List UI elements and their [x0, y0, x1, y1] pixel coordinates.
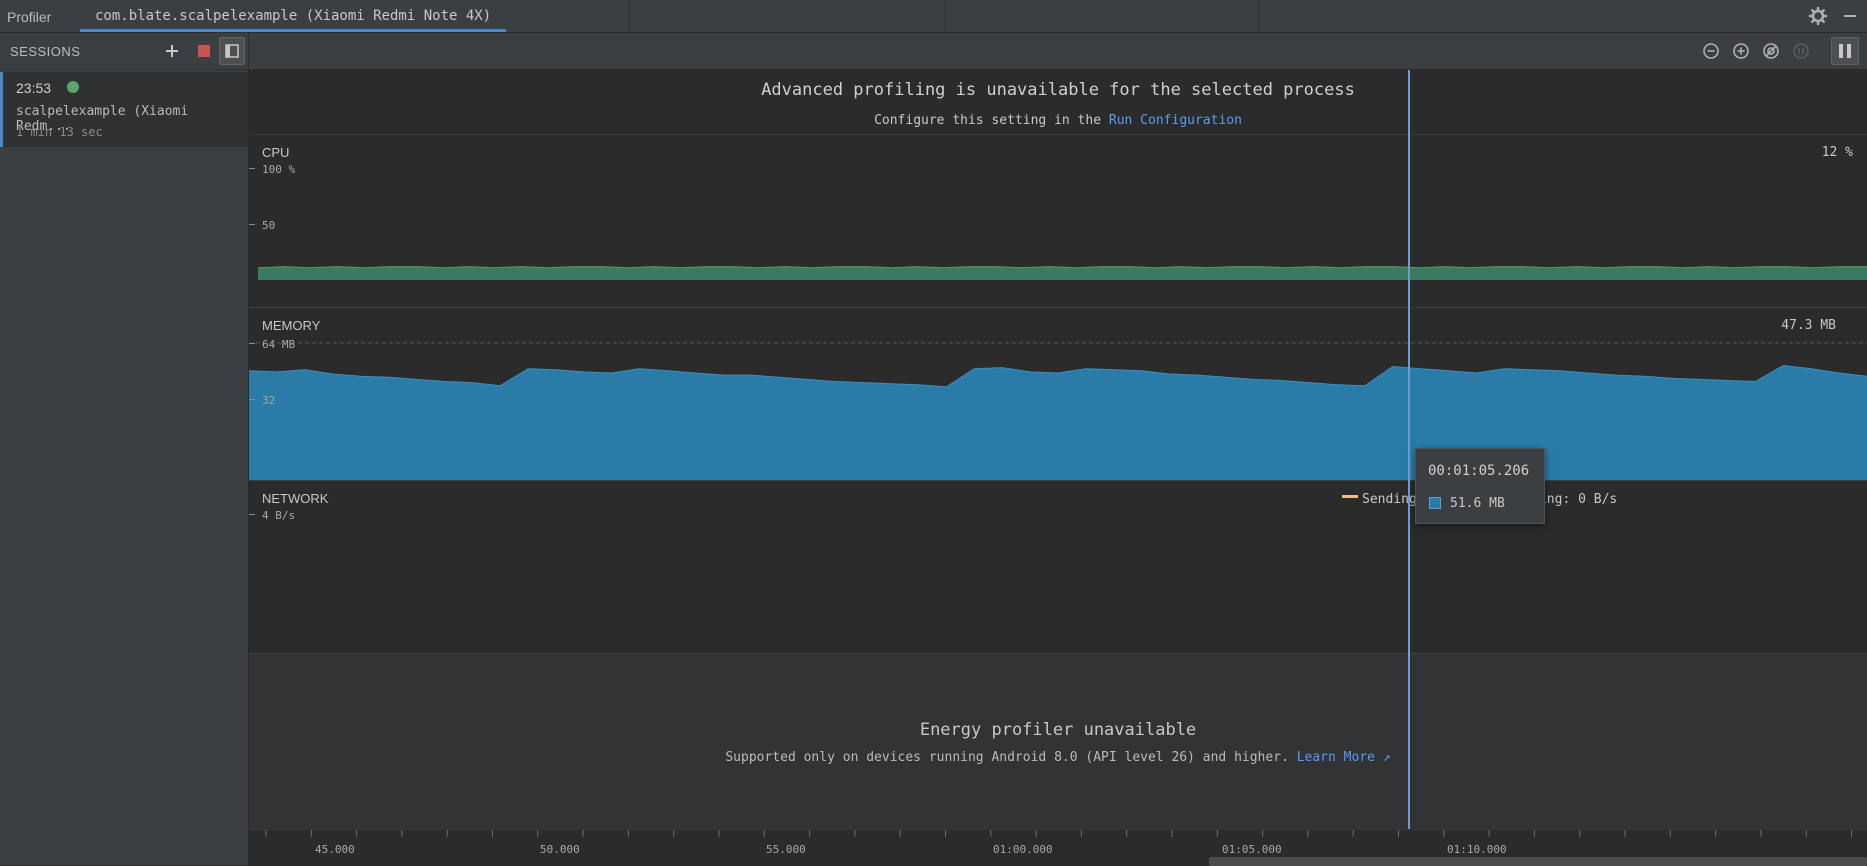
- session-duration: 1 min 13 sec: [16, 125, 103, 139]
- sessions-panel: SESSIONS 23:53 scalpelexample (Xiaomi Re…: [0, 33, 249, 865]
- network-monitor-title: NETWORK: [262, 491, 329, 506]
- tooltip-memory-swatch: [1429, 497, 1441, 509]
- memory-axis-label-max: 64 MB: [262, 338, 296, 351]
- timeline-label: 01:05.000: [1222, 843, 1282, 856]
- gear-icon[interactable]: [1807, 5, 1829, 27]
- tab-process[interactable]: com.blate.scalpelexample (Xiaomi Redmi N…: [80, 0, 507, 32]
- run-configuration-link[interactable]: Run Configuration: [1109, 113, 1242, 128]
- energy-unavailable-subtitle: Supported only on devices running Androi…: [249, 750, 1867, 765]
- timeline-cursor: [1408, 70, 1410, 829]
- tooltip-time: 00:01:05.206: [1428, 463, 1530, 479]
- cpu-monitor[interactable]: CPU 12 % 100 % 50: [249, 135, 1867, 308]
- zoom-in-icon[interactable]: [1730, 40, 1752, 62]
- reset-zoom-icon[interactable]: [1760, 40, 1782, 62]
- tooltip-memory-value: 51.6 MB: [1450, 496, 1505, 511]
- timeline-label: 55.000: [766, 843, 806, 856]
- network-axis-tick: [249, 514, 255, 515]
- timeline-ticks: [265, 830, 1852, 837]
- stop-session-button[interactable]: [193, 40, 215, 62]
- tab-divider: [629, 0, 630, 32]
- tab-divider: [1258, 0, 1259, 32]
- banner-subtitle: Configure this setting in the Run Config…: [249, 113, 1867, 128]
- learn-more-link[interactable]: Learn More: [1297, 750, 1375, 765]
- memory-axis-tick: [249, 343, 255, 344]
- network-monitor[interactable]: NETWORK 4 B/s Sending: 0 B/s Receiving: …: [249, 481, 1867, 654]
- memory-usage-chart: [249, 342, 1867, 480]
- energy-unavailable-title: Energy profiler unavailable: [919, 720, 1197, 740]
- session-item[interactable]: 23:53 scalpelexample (Xiaomi Redm... 1 m…: [0, 72, 248, 147]
- sessions-header: SESSIONS: [0, 33, 248, 70]
- session-selected-indicator: [0, 72, 3, 147]
- memory-area: [249, 365, 1867, 480]
- timeline-label: 01:00.000: [993, 843, 1053, 856]
- cpu-usage-chart: [257, 266, 1867, 280]
- profiler-main: Advanced profiling is unavailable for th…: [249, 70, 1867, 866]
- toggle-sessions-panel-button[interactable]: [219, 37, 245, 65]
- tab-active-indicator: [80, 29, 507, 32]
- energy-monitor: Energy profiler unavailable Supported on…: [249, 654, 1867, 829]
- external-link-icon: ↗: [1374, 750, 1391, 765]
- timeline-axis[interactable]: 45.000 50.000 55.000 01:00.000 01:05.000…: [249, 829, 1867, 866]
- pause-icon: [1839, 44, 1851, 58]
- memory-tooltip: 00:01:05.206 51.6 MB: [1415, 448, 1545, 524]
- session-time: 23:53: [16, 80, 52, 96]
- zoom-out-icon[interactable]: [1700, 40, 1722, 62]
- profiler-toolbar: [249, 33, 1867, 70]
- tool-window-title: Profiler: [7, 9, 52, 25]
- network-axis-label-max: 4 B/s: [262, 509, 296, 522]
- memory-axis-tick: [249, 399, 255, 400]
- memory-axis-label-mid: 32: [262, 394, 276, 407]
- tab-divider: [944, 0, 945, 32]
- cpu-area: [258, 266, 1867, 280]
- banner-title: Advanced profiling is unavailable for th…: [761, 80, 1355, 100]
- timeline-label: 50.000: [540, 843, 580, 856]
- pause-button[interactable]: [1831, 37, 1859, 65]
- sessions-title: SESSIONS: [10, 44, 81, 59]
- sending-swatch: [1342, 495, 1358, 498]
- session-live-indicator: [67, 81, 79, 93]
- jump-to-live-icon[interactable]: [1790, 40, 1812, 62]
- timeline-label: 45.000: [315, 843, 355, 856]
- tool-window-header: Profiler com.blate.scalpelexample (Xiaom…: [0, 0, 1867, 33]
- panel-icon: [225, 44, 239, 58]
- memory-monitor[interactable]: MEMORY 47.3 MB 64 MB 32: [249, 308, 1867, 481]
- advanced-profiling-banner: Advanced profiling is unavailable for th…: [249, 70, 1867, 135]
- add-session-button[interactable]: [161, 40, 183, 62]
- banner-subtitle-text: Configure this setting in the: [874, 113, 1109, 128]
- tab-process-label: com.blate.scalpelexample (Xiaomi Redmi N…: [95, 8, 492, 24]
- minimize-icon[interactable]: [1839, 5, 1861, 27]
- timeline-label: 01:10.000: [1447, 843, 1507, 856]
- energy-subtitle-text: Supported only on devices running Androi…: [725, 750, 1297, 765]
